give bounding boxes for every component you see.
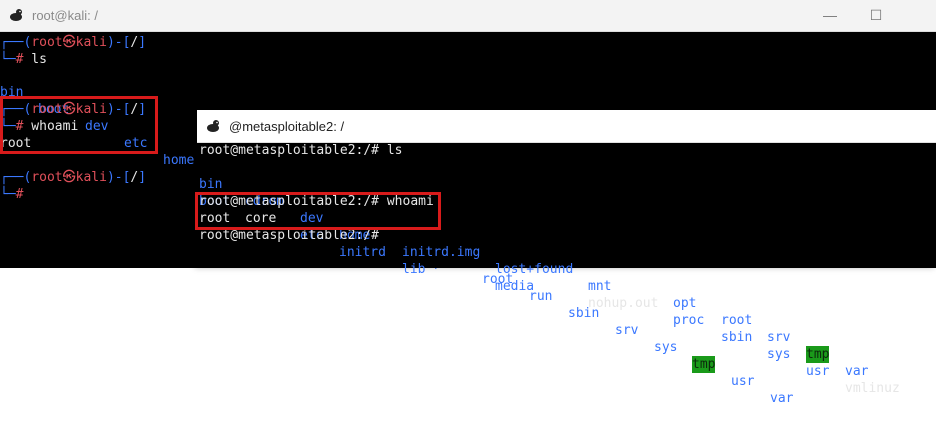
metasploitable-title-bar[interactable]: @metasploitable2: / [197,110,936,143]
prompt-line-1: ┌──(root㉿kali)-[/] [0,35,147,50]
highlight-box-meta-whoami [195,192,441,230]
command-line-ls: └─# ls [0,52,47,67]
penguin-icon [10,9,22,21]
kali-window-title: root@kali: / [32,8,98,23]
tmp-dir-highlight: tmp [806,346,830,363]
kali-title-bar[interactable]: root@kali: / — ☐ [0,0,936,32]
penguin-icon [207,120,219,132]
metasploitable-window-title: @metasploitable2: / [229,119,345,134]
meta-command-ls: root@metasploitable2:/# ls [199,143,403,158]
command-line-empty: └─# [0,187,24,202]
minimize-button[interactable]: — [818,4,842,26]
maximize-button[interactable]: ☐ [864,4,888,26]
metasploitable-terminal-window[interactable]: @metasploitable2: / root@metasploitable2… [195,110,936,396]
prompt-line-3: ┌──(root㉿kali)-[/] [0,170,147,185]
highlight-box-kali-whoami [0,96,158,154]
tmp-dir-highlight: tmp [692,356,716,373]
